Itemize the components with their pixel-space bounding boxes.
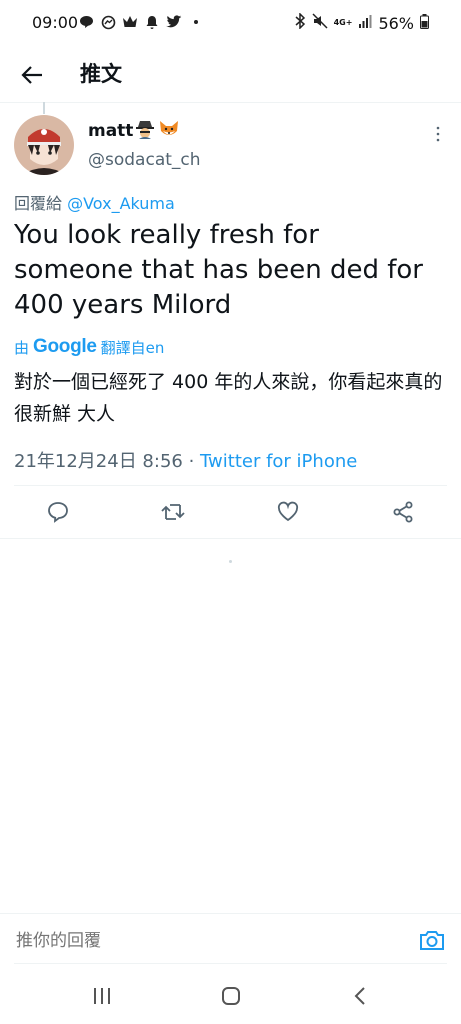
reply-icon: [48, 502, 68, 523]
reply-prefix: 回覆給: [14, 194, 68, 213]
chevron-left-icon: [354, 987, 365, 1005]
fox-emoji-icon: [158, 119, 180, 143]
system-indicators: 4G+ 56%: [294, 12, 429, 33]
camera-button[interactable]: [419, 928, 445, 952]
divider: [0, 538, 461, 539]
google-logo: Google: [33, 336, 97, 357]
timestamp: 21年12月24日 8:56: [14, 451, 183, 472]
bluetooth-icon: [294, 12, 306, 33]
user-handle[interactable]: @sodacat_ch: [88, 150, 201, 170]
meta-separator: ·: [182, 451, 201, 472]
notification-icons: [78, 14, 204, 30]
loading-dot: [229, 560, 232, 563]
source-link[interactable]: Twitter for iPhone: [200, 451, 357, 472]
status-bar: 09:00 4G+ 56%: [0, 0, 461, 46]
translate-attribution[interactable]: 由 Google 翻譯自en: [14, 336, 164, 358]
home-icon: [222, 987, 240, 1005]
camera-icon: [420, 931, 444, 950]
tweet-meta: 21年12月24日 8:56 · Twitter for iPhone: [14, 447, 357, 473]
messenger-icon: [100, 14, 116, 30]
reply-context: 回覆給 @Vox_Akuma: [14, 190, 175, 214]
system-nav-bar: [0, 968, 461, 1024]
crown-icon: [122, 14, 138, 30]
like-button[interactable]: [274, 498, 302, 526]
signal-icon: [358, 14, 372, 33]
translate-by-label: 由: [14, 338, 30, 357]
top-app-bar: 推文: [0, 46, 461, 103]
share-button[interactable]: [389, 498, 417, 526]
twitter-bird-icon: [166, 14, 182, 30]
battery-icon: [420, 13, 429, 33]
translate-label: 翻譯自en: [100, 338, 165, 357]
recent-apps-icon: [94, 988, 110, 1004]
action-bar: [0, 488, 461, 538]
more-notifications-dot-icon: [188, 14, 204, 30]
network-type-label: 4G+: [333, 18, 353, 27]
reply-to-mention[interactable]: @Vox_Akuma: [67, 194, 175, 213]
avatar[interactable]: [14, 115, 74, 175]
heart-icon: [277, 501, 299, 522]
detective-emoji-icon: [135, 119, 155, 143]
line-chat-icon: [78, 14, 94, 30]
reply-composer: [0, 913, 461, 966]
thread-connector-line: [43, 102, 45, 114]
arrow-left-icon: [21, 66, 42, 84]
retweet-icon: [161, 504, 185, 520]
tweet-text: You look really fresh for someone that h…: [14, 220, 423, 320]
home-button[interactable]: [217, 982, 245, 1010]
battery-percentage: 56%: [378, 13, 414, 33]
reply-button[interactable]: [44, 498, 72, 526]
back-button[interactable]: [14, 57, 50, 93]
translated-text: 對於一個已經死了 400 年的人來說，你看起來真的很新鮮 大人: [14, 371, 443, 425]
retweet-button[interactable]: [159, 498, 187, 526]
reply-input[interactable]: [14, 930, 398, 952]
page-title: 推文: [80, 62, 122, 86]
bell-icon: [144, 14, 160, 30]
recent-apps-button[interactable]: [88, 982, 116, 1010]
mute-icon: [312, 13, 328, 33]
display-name[interactable]: matt: [88, 121, 133, 141]
divider: [14, 485, 447, 486]
composer-underline: [14, 963, 447, 964]
more-options-icon[interactable]: [428, 124, 448, 144]
share-icon: [393, 501, 413, 523]
back-nav-button[interactable]: [346, 982, 374, 1010]
status-time: 09:00: [32, 13, 79, 32]
